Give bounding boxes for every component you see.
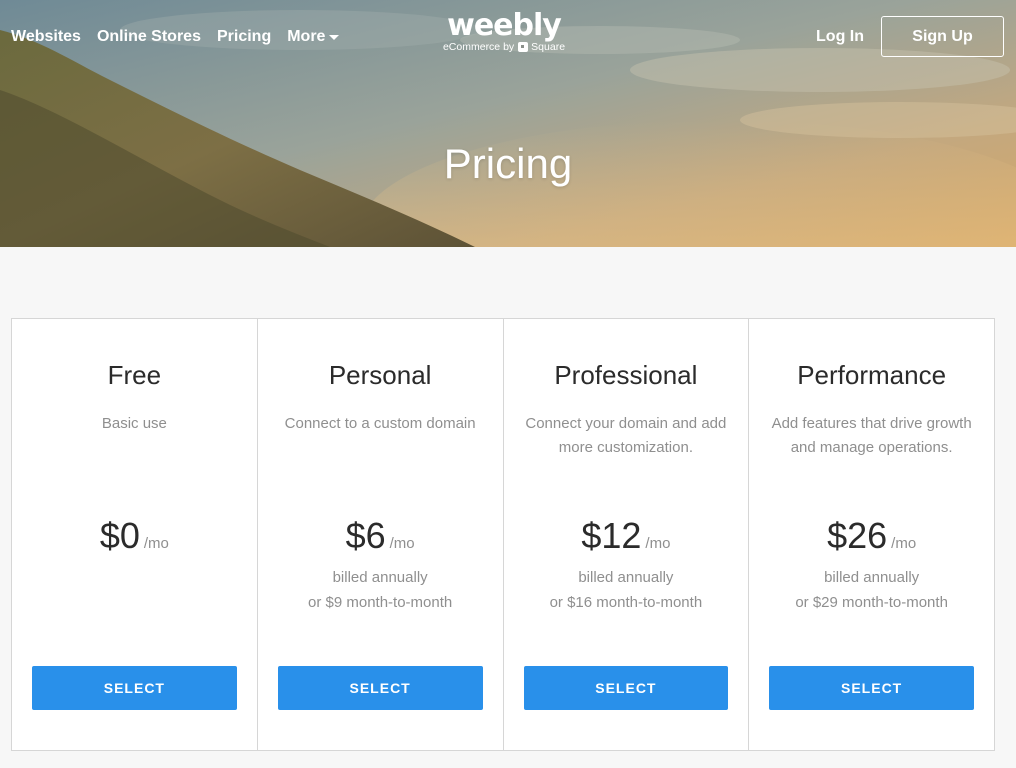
weebly-logo[interactable]: weebly eCommerce by Square [434,8,574,53]
billing-line-2: or $9 month-to-month [308,594,453,611]
top-navigation: Websites Online Stores Pricing More weeb… [0,0,1016,74]
logo-tagline-prefix: eCommerce by [442,41,515,53]
plan-name: Personal [328,360,432,390]
plan-description: Connect your domain and add more customi… [525,415,727,456]
plan-card-free: Free Basic use $0 /mo SELECT [12,319,258,750]
billing-line-1: billed annually [332,569,428,586]
billing-line-2: or $16 month-to-month [549,594,703,611]
select-professional-button[interactable]: SELECT [523,666,729,710]
price-unit: /mo [645,535,671,552]
billing-line-1: billed annually [578,569,674,586]
select-performance-button[interactable]: SELECT [769,666,974,710]
plan-name: Performance [797,360,947,390]
price-amount: $26 [827,515,888,556]
page-title: Pricing [443,140,573,187]
nav-link-pricing[interactable]: Pricing [217,28,271,46]
plan-name: Free [107,360,162,390]
plan-card-personal: Personal Connect to a custom domain $6 /… [258,319,504,750]
nav-more-label: More [287,28,326,45]
plan-description: Basic use [101,415,167,432]
select-free-button[interactable]: SELECT [32,666,237,710]
pricing-plans: Free Basic use $0 /mo SELECT Personal Co… [11,318,995,751]
square-logo-icon [518,42,529,52]
hero-banner: Websites Online Stores Pricing More weeb… [0,0,1016,247]
plan-price: $6 /mo [258,515,503,557]
plan-name: Professional [554,360,698,390]
price-amount: $12 [581,515,642,556]
login-link[interactable]: Log In [816,28,864,46]
nav-account-actions: Log In Sign Up [816,16,1004,57]
plan-description: Add features that drive growth and manag… [771,415,972,456]
logo-tagline: eCommerce by Square [434,41,574,53]
nav-more-dropdown[interactable]: More [287,28,340,46]
plan-description: Connect to a custom domain [284,415,476,432]
price-unit: /mo [143,535,169,552]
plan-card-performance: Performance Add features that drive grow… [749,319,994,750]
nav-link-websites[interactable]: Websites [11,28,81,46]
price-unit: /mo [389,535,415,552]
plan-card-professional: Professional Connect your domain and add… [504,319,750,750]
plan-price: $12 /mo [504,515,749,557]
plan-price: $26 /mo [749,515,994,557]
plan-price: $0 /mo [12,515,257,557]
nav-links: Websites Online Stores Pricing More [11,28,340,46]
select-personal-button[interactable]: SELECT [277,666,483,710]
price-unit: /mo [891,535,917,552]
caret-down-icon [329,35,340,40]
billing-line-1: billed annually [824,569,920,586]
signup-button[interactable]: Sign Up [881,16,1004,57]
price-amount: $0 [99,515,140,556]
nav-link-online-stores[interactable]: Online Stores [97,28,201,46]
plan-billing: billed annually or $9 month-to-month [258,565,503,615]
logo-tagline-brand: Square [531,41,566,53]
logo-wordmark: weebly [447,8,562,43]
billing-line-2: or $29 month-to-month [795,594,948,611]
plan-billing: billed annually or $16 month-to-month [504,565,749,615]
price-amount: $6 [345,515,386,556]
plan-billing: billed annually or $29 month-to-month [749,565,994,615]
